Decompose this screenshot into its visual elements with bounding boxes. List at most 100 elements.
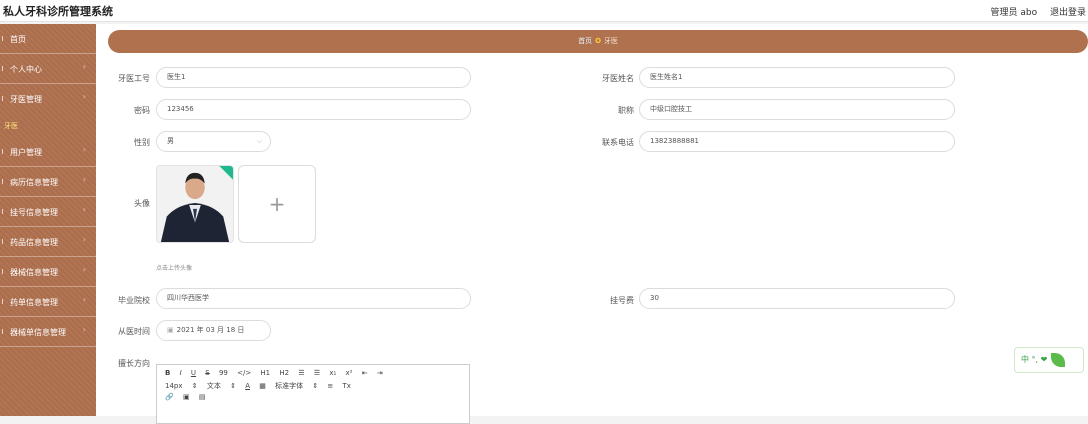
nav-dot-icon <box>2 36 5 41</box>
video-button[interactable]: ▤ <box>199 393 206 401</box>
image-button[interactable]: ▣ <box>183 393 190 401</box>
ordered-list-button[interactable]: ☰ <box>298 369 304 377</box>
chevron-icon: › <box>82 205 86 214</box>
chevron-icon: › <box>82 92 86 101</box>
blockquote-button[interactable]: 99 <box>219 369 228 377</box>
school-field[interactable]: 四川华西医学 <box>156 288 471 309</box>
job-title-field[interactable]: 中级口腔技工 <box>639 99 955 120</box>
password-field[interactable]: 123456 <box>156 99 471 120</box>
avatar-label: 头像 <box>134 199 150 208</box>
code-button[interactable]: </> <box>237 369 251 377</box>
nav-dot-icon <box>2 149 5 154</box>
practice-date-picker[interactable]: ▣ 2021 年 03 月 18 日 <box>156 320 271 341</box>
sidebar-item-home[interactable]: 首页 <box>0 24 96 54</box>
avatar-image[interactable] <box>156 165 234 243</box>
chevron-icon: › <box>82 62 86 71</box>
align-button[interactable]: ≡ <box>327 382 333 390</box>
font-family-arrow-icon: ⇕ <box>312 382 319 390</box>
editor-toolbar-row-1: B I U S 99 </> H1 H2 ☰ ☰ x₁ x² ⇤ ⇥ <box>165 369 390 377</box>
widget-text: 中 °, ❤ <box>1021 355 1048 364</box>
top-right-area: 管理员 abo 退出登录 <box>981 5 1087 18</box>
plus-icon: + <box>268 192 286 216</box>
calendar-icon: ▣ <box>167 326 174 334</box>
nav-dot-icon <box>2 299 5 304</box>
clear-format-button[interactable]: Tx <box>343 382 351 390</box>
star-icon: ✪ <box>595 37 601 45</box>
password-label: 密码 <box>134 106 150 115</box>
avatar-photo-icon <box>157 166 233 242</box>
input-method-widget[interactable]: 中 °, ❤ <box>1014 347 1084 373</box>
sidebar-item-medical-records[interactable]: 病历信息管理 › <box>0 167 96 197</box>
background-color-button[interactable]: ▦ <box>259 382 266 390</box>
h2-button[interactable]: H2 <box>279 369 289 377</box>
strike-button[interactable]: S <box>205 369 209 377</box>
gender-label: 性别 <box>134 138 150 147</box>
nav-dot-icon <box>2 329 5 334</box>
h1-button[interactable]: H1 <box>260 369 270 377</box>
font-size-select[interactable]: 14px <box>165 382 183 390</box>
app-title: 私人牙科诊所管理系统 <box>3 5 113 18</box>
sidebar-item-prescriptions[interactable]: 药单信息管理 › <box>0 287 96 317</box>
sidebar-item-personal-center[interactable]: 个人中心 › <box>0 54 96 84</box>
job-title-label: 职称 <box>618 106 634 115</box>
nav-dot-icon <box>2 66 5 71</box>
sidebar: 首页 个人中心 › 牙医管理 › 牙医 用户管理 › 病历信息管理 › 挂号信息管理 › … <box>0 24 96 416</box>
chevron-down-icon: ⌵ <box>256 137 262 145</box>
font-family-select[interactable]: 标准字体 <box>275 382 303 390</box>
breadcrumb-current: 牙医 <box>603 37 618 45</box>
bold-button[interactable]: B <box>165 369 170 377</box>
logout-link[interactable]: 退出登录 <box>1050 8 1086 18</box>
dentist-id-field[interactable]: 医生1 <box>156 67 471 88</box>
phone-field[interactable]: 13823888881 <box>639 131 955 152</box>
nav-dot-icon <box>2 269 5 274</box>
sidebar-item-registrations[interactable]: 挂号信息管理 › <box>0 197 96 227</box>
header-select[interactable]: 文本 <box>207 382 221 390</box>
font-size-arrow-icon: ⇕ <box>191 382 198 390</box>
practice-date-label: 从医时间 <box>118 327 150 336</box>
chevron-icon: › <box>82 325 86 334</box>
sidebar-item-equipment[interactable]: 器械信息管理 › <box>0 257 96 287</box>
phone-label: 联系电话 <box>602 138 634 147</box>
dentist-name-field[interactable]: 医生姓名1 <box>639 67 955 88</box>
sidebar-item-label: 用户管理 <box>10 148 42 157</box>
nav-dot-icon <box>2 209 5 214</box>
link-button[interactable]: 🔗 <box>165 393 174 401</box>
superscript-button[interactable]: x² <box>346 369 353 377</box>
sidebar-subitem-dentist[interactable]: 牙医 <box>4 121 18 131</box>
breadcrumb: 首页 ✪ 牙医 <box>108 30 1088 53</box>
outdent-button[interactable]: ⇤ <box>362 369 368 377</box>
sidebar-item-medicines[interactable]: 药品信息管理 › <box>0 227 96 257</box>
font-color-button[interactable]: A <box>245 382 250 390</box>
underline-button[interactable]: U <box>191 369 196 377</box>
dentist-name-label: 牙医姓名 <box>602 74 634 83</box>
rich-text-editor[interactable]: B I U S 99 </> H1 H2 ☰ ☰ x₁ x² ⇤ ⇥ 14px … <box>156 364 470 424</box>
sidebar-item-dentist-management[interactable]: 牙医管理 › <box>0 84 96 114</box>
sidebar-item-equipment-orders[interactable]: 器械单信息管理 › <box>0 317 96 347</box>
nav-dot-icon <box>2 96 5 101</box>
school-label: 毕业院校 <box>118 296 150 305</box>
chevron-icon: › <box>82 145 86 154</box>
chevron-icon: › <box>82 295 86 304</box>
sidebar-item-label: 器械单信息管理 <box>10 328 66 337</box>
editor-toolbar-row-3: 🔗 ▣ ▤ <box>165 393 212 401</box>
header-arrow-icon: ⇕ <box>230 382 236 390</box>
avatar-upload-button[interactable]: + <box>238 165 316 243</box>
breadcrumb-home[interactable]: 首页 <box>578 37 592 45</box>
bullet-list-button[interactable]: ☰ <box>314 369 320 377</box>
specialty-label: 擅长方向 <box>118 359 150 368</box>
chevron-icon: › <box>82 175 86 184</box>
editor-toolbar-row-2: 14px ⇕ 文本 ⇕ A ▦ 标准字体 ⇕ ≡ Tx <box>165 381 358 391</box>
gender-select[interactable]: 男 ⌵ <box>156 131 271 152</box>
indent-button[interactable]: ⇥ <box>377 369 383 377</box>
subscript-button[interactable]: x₁ <box>329 369 336 377</box>
sidebar-item-label: 病历信息管理 <box>10 178 58 187</box>
nav-dot-icon <box>2 179 5 184</box>
italic-button[interactable]: I <box>180 369 182 377</box>
current-user: 管理员 abo <box>990 8 1038 18</box>
fee-field[interactable]: 30 <box>639 288 955 309</box>
sidebar-item-label: 药品信息管理 <box>10 238 58 247</box>
sidebar-item-user-management[interactable]: 用户管理 › <box>0 137 96 167</box>
practice-date-value: 2021 年 03 月 18 日 <box>176 326 245 334</box>
fee-label: 挂号费 <box>610 296 634 305</box>
dentist-id-label: 牙医工号 <box>118 74 150 83</box>
